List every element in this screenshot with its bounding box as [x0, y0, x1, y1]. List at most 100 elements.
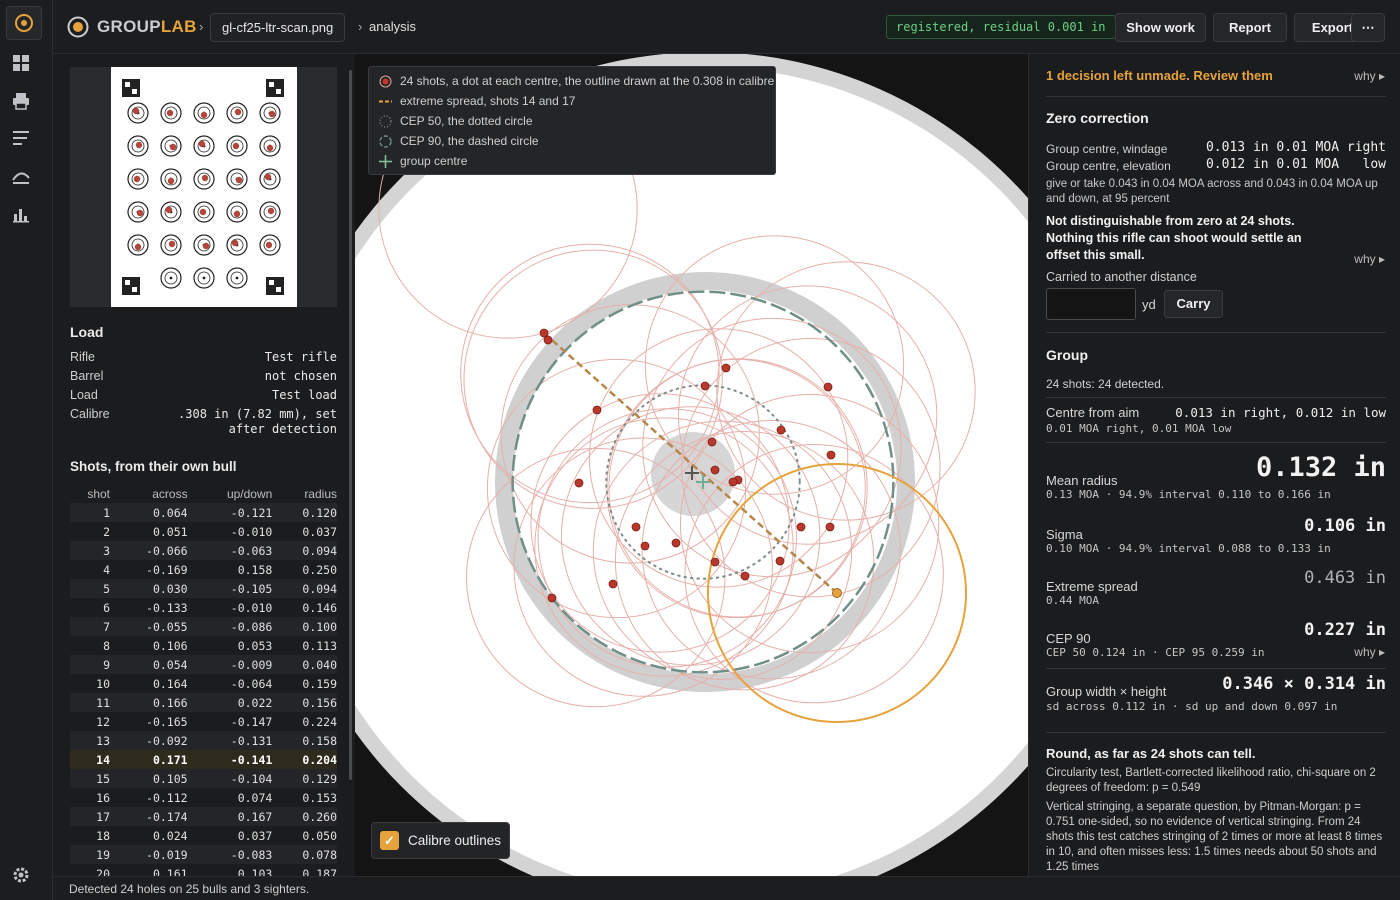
table-row[interactable]: 14 0.171 -0.141 0.204 [70, 750, 337, 769]
shots-table-title: Shots, from their own bull [70, 459, 237, 474]
dotted-circle-icon [379, 114, 392, 128]
table-cell: 0.106 [152, 638, 188, 653]
checkbox-checked-icon[interactable]: ✓ [380, 831, 399, 850]
carry-distance-input[interactable] [1046, 288, 1136, 320]
table-cell: -0.063 [187, 541, 273, 560]
table-row[interactable]: 10 0.164 -0.064 0.159 [70, 674, 337, 693]
shot-dot [796, 522, 806, 532]
table-row[interactable]: 5 0.030 -0.105 0.094 [70, 579, 337, 598]
zero-correction-title: Zero correction [1046, 110, 1149, 126]
table-cell: 0.040 [272, 655, 337, 674]
table-row[interactable]: 6 -0.133 -0.010 0.146 [70, 598, 337, 617]
table-cell: 0.074 [237, 790, 273, 805]
group-plot[interactable] [355, 54, 1028, 876]
table-row[interactable]: 8 0.106 0.053 0.113 [70, 636, 337, 655]
legend-item-extreme-spread: extreme spread, shots 14 and 17 [379, 94, 575, 108]
table-row[interactable]: 7 -0.055 -0.086 0.100 [70, 617, 337, 636]
table-cell: -0.147 [230, 714, 273, 729]
table-cell: 4 [103, 562, 110, 577]
table-cell: -0.104 [187, 769, 273, 788]
table-row[interactable]: 9 0.054 -0.009 0.040 [70, 655, 337, 674]
left-panel: Load Rifle Test rifle Barrel not chosen Lo… [53, 54, 355, 876]
shot-dot-icon [379, 75, 392, 88]
shot-dot [543, 335, 553, 345]
dashed-line-icon [379, 95, 392, 108]
shot-dot [740, 571, 750, 581]
shot-dot [547, 593, 557, 603]
results-panel: 1 decision left unmade. Review them why … [1028, 54, 1400, 876]
left-panel-scrollbar[interactable] [349, 70, 352, 780]
table-cell: 14 [70, 750, 110, 769]
carry-button[interactable]: Carry [1164, 290, 1223, 318]
table-row[interactable]: 19 -0.019 -0.083 0.078 [70, 845, 337, 864]
show-work-button[interactable]: Show work [1115, 13, 1206, 42]
table-cell: 7 [70, 617, 110, 636]
shots-column-header[interactable]: up/down [188, 484, 272, 503]
table-row[interactable]: 11 0.166 0.022 0.156 [70, 693, 337, 712]
list-icon[interactable] [11, 128, 31, 148]
shots-column-header[interactable]: shot [70, 484, 110, 503]
table-row[interactable]: 16 -0.112 0.074 0.153 [70, 788, 337, 807]
windage-value: 0.013 in 0.01 MOA right [1205, 140, 1386, 155]
decisions-why-link[interactable]: why ▸ [1354, 69, 1385, 83]
trajectory-icon[interactable] [11, 166, 31, 186]
shot-dot [775, 556, 785, 566]
table-row[interactable]: 1 0.064 -0.121 0.120 [70, 503, 337, 522]
table-cell: -0.009 [187, 655, 273, 674]
shot-dot [710, 557, 720, 567]
more-menu-button[interactable]: ⋯ [1351, 13, 1385, 42]
decisions-warning[interactable]: 1 decision left unmade. Review them [1046, 68, 1386, 83]
table-row[interactable]: 2 0.051 -0.010 0.037 [70, 522, 337, 541]
load-row-rifle: Rifle Test rifle [70, 350, 337, 364]
table-cell: -0.105 [187, 579, 273, 598]
table-row[interactable]: 18 0.024 0.037 0.050 [70, 826, 337, 845]
settings-icon[interactable] [11, 865, 31, 885]
load-title: Load [70, 324, 104, 340]
sigma-row: Sigma 0.106 in 0.10 MOA · 94.9% interval… [1046, 516, 1386, 555]
calibre-outlines-toggle[interactable]: ✓ Calibre outlines [371, 822, 511, 859]
table-cell: 0.037 [237, 828, 273, 843]
table-cell: -0.092 [110, 731, 188, 750]
breadcrumb-view: analysis [369, 19, 416, 34]
report-button[interactable]: Report [1213, 13, 1287, 42]
table-row[interactable]: 13 -0.092 -0.131 0.158 [70, 731, 337, 750]
table-row[interactable]: 15 0.105 -0.104 0.129 [70, 769, 337, 788]
plot-legend: 24 shots, a dot at each centre, the outl… [368, 66, 776, 175]
zero-why-link[interactable]: why ▸ [1354, 252, 1385, 266]
grid-icon[interactable] [11, 53, 31, 73]
table-cell: 3 [70, 541, 110, 560]
zero-tolerance: give or take 0.043 in 0.04 MOA across an… [1046, 178, 1378, 205]
table-row[interactable]: 20 0.161 0.103 0.187 [70, 864, 337, 877]
table-cell: -0.131 [187, 731, 273, 750]
table-row[interactable]: 3 -0.066 -0.063 0.094 [70, 541, 337, 560]
table-row[interactable]: 4 -0.169 0.158 0.250 [70, 560, 337, 579]
chevron-right-icon: › [199, 19, 204, 34]
scan-thumbnail[interactable] [70, 67, 337, 307]
table-cell: 0.129 [272, 769, 337, 788]
elevation-value: 0.012 in 0.01 MOA low [1205, 157, 1386, 172]
printer-icon[interactable] [11, 91, 31, 111]
table-cell: 6 [103, 600, 110, 615]
group-detected-count: 24 shots: 24 detected. [1046, 377, 1165, 391]
registration-status-badge: registered, residual 0.001 in [886, 15, 1116, 39]
table-cell: 9 [70, 655, 110, 674]
stringing-test-text: Vertical stringing, a separate question,… [1046, 801, 1383, 873]
table-cell: 11 [70, 693, 110, 712]
shot-dot [825, 522, 835, 532]
table-row[interactable]: 12 -0.165 -0.147 0.224 [70, 712, 337, 731]
brand[interactable]: GROUPLAB [67, 16, 197, 38]
legend-item-group-centre: group centre [379, 154, 467, 168]
table-cell: 13 [70, 731, 110, 750]
cep90-row: CEP 90 0.227 in CEP 50 0.124 in · CEP 95… [1046, 620, 1386, 659]
selected-shot-dot [832, 588, 842, 598]
cep-why-link[interactable]: why ▸ [1354, 645, 1385, 659]
shots-column-header[interactable]: radius [272, 484, 337, 503]
file-name-button[interactable]: gl-cf25-ltr-scan.png [210, 13, 346, 42]
table-cell: -0.019 [110, 845, 188, 864]
logo-icon[interactable] [6, 6, 42, 40]
table-cell: 0.161 [152, 866, 188, 877]
table-row[interactable]: 17 -0.174 0.167 0.260 [70, 807, 337, 826]
bar-chart-icon[interactable] [11, 204, 31, 224]
target-plot-view[interactable]: 24 shots, a dot at each centre, the outl… [355, 54, 1028, 876]
shots-column-header[interactable]: across [110, 484, 187, 503]
